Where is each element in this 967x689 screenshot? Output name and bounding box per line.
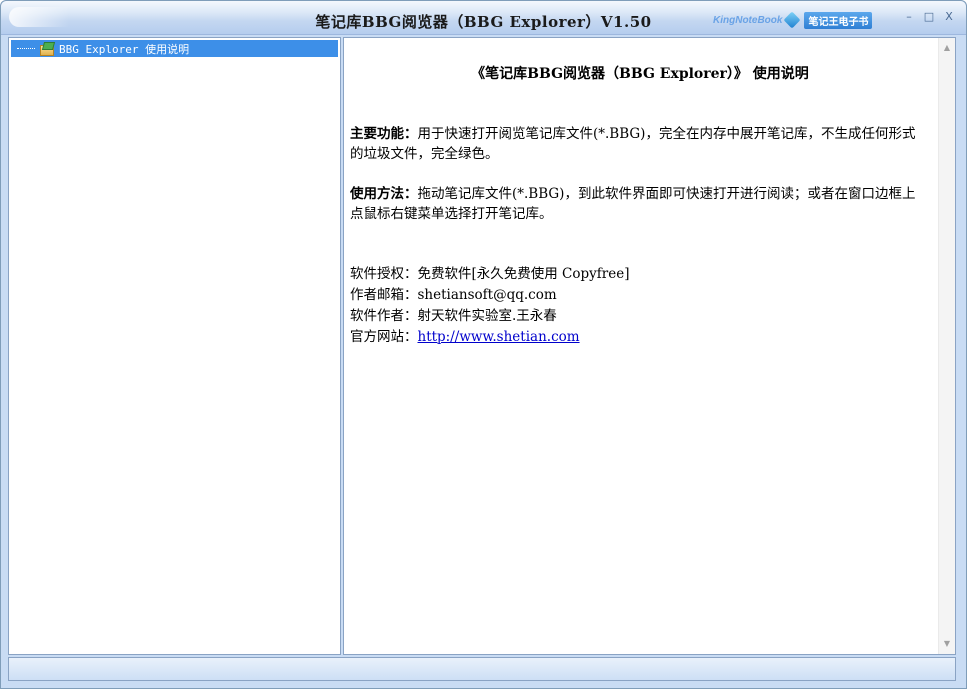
vertical-scrollbar[interactable]: ▲ ▼ bbox=[938, 38, 955, 654]
email-line: 作者邮箱：shetiansoft@qq.com bbox=[350, 287, 557, 303]
document-title: 《笔记库BBG阅览器（BBG Explorer）》 使用说明 bbox=[471, 66, 809, 82]
tree-panel: BBG Explorer 使用说明 bbox=[8, 37, 341, 655]
features-label: 主要功能： bbox=[350, 126, 418, 142]
app-window: 笔记库BBG阅览器（BBG Explorer）V1.50 KingNoteBoo… bbox=[0, 0, 967, 689]
website-link[interactable]: http://www.shetian.com bbox=[418, 329, 580, 345]
content-panel[interactable]: 《笔记库BBG阅览器（BBG Explorer）》 使用说明 主要功能：用于快速… bbox=[343, 37, 956, 655]
author-line: 软件作者：射天软件实验室.王永春 bbox=[350, 308, 557, 324]
features-text: 用于快速打开阅览笔记库文件(*.BBG)，完全在内存中展开笔记库，不生成任何形式… bbox=[350, 126, 916, 162]
maximize-button[interactable]: □ bbox=[920, 8, 938, 26]
brand-name-cn: 笔记王电子书 bbox=[804, 11, 873, 29]
usage-label: 使用方法： bbox=[350, 186, 418, 202]
tree-item-bbg-explorer[interactable]: BBG Explorer 使用说明 bbox=[11, 40, 338, 57]
website-line: 官方网站：http://www.shetian.com bbox=[350, 327, 629, 348]
notebook-icon bbox=[39, 42, 54, 56]
minimize-button[interactable]: – bbox=[900, 8, 918, 26]
document-view: 《笔记库BBG阅览器（BBG Explorer）》 使用说明 主要功能：用于快速… bbox=[350, 38, 930, 654]
diamond-logo-icon bbox=[784, 13, 802, 27]
brand-name-en: KingNoteBook bbox=[713, 14, 783, 26]
status-bar bbox=[8, 657, 956, 681]
software-info: 软件授权：免费软件[永久免费使用 Copyfree] 作者邮箱：shetians… bbox=[350, 264, 629, 348]
usage-text: 拖动笔记库文件(*.BBG)，到此软件界面即可快速打开进行阅读；或者在窗口边框上… bbox=[350, 186, 916, 222]
close-button[interactable]: X bbox=[940, 8, 958, 26]
features-paragraph: 主要功能：用于快速打开阅览笔记库文件(*.BBG)，完全在内存中展开笔记库，不生… bbox=[350, 124, 928, 164]
window-controls: – □ X bbox=[900, 8, 958, 26]
title-bar[interactable]: 笔记库BBG阅览器（BBG Explorer）V1.50 KingNoteBoo… bbox=[1, 1, 966, 35]
scroll-down-arrow-icon[interactable]: ▼ bbox=[939, 636, 955, 652]
license-line: 软件授权：免费软件[永久免费使用 Copyfree] bbox=[350, 266, 630, 282]
brand-logo: KingNoteBook 笔记王电子书 bbox=[713, 11, 873, 29]
website-label: 官方网站： bbox=[350, 329, 418, 345]
usage-paragraph: 使用方法：拖动笔记库文件(*.BBG)，到此软件界面即可快速打开进行阅读；或者在… bbox=[350, 184, 928, 224]
tree-connector-line bbox=[17, 48, 35, 49]
tree-item-label: BBG Explorer 使用说明 bbox=[59, 42, 190, 56]
scroll-up-arrow-icon[interactable]: ▲ bbox=[939, 40, 955, 56]
